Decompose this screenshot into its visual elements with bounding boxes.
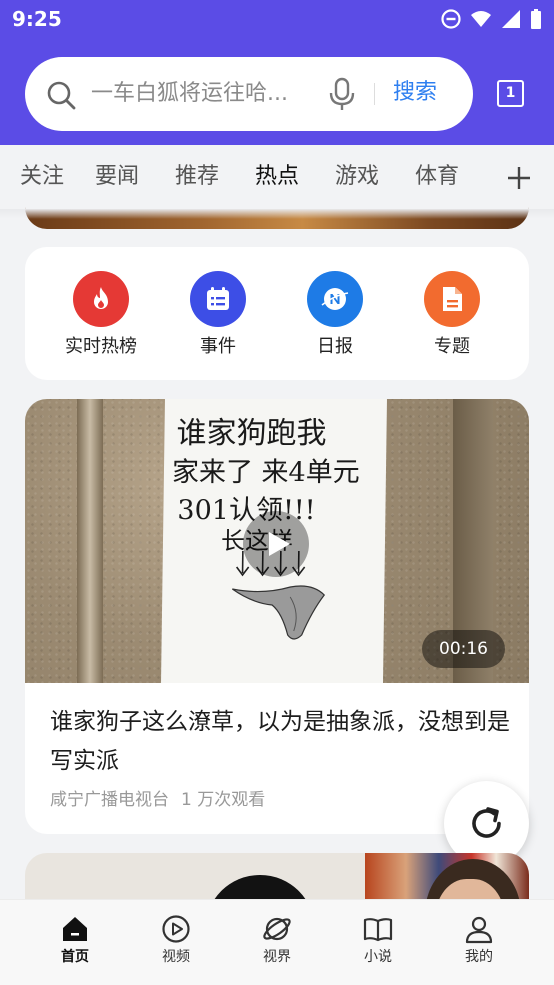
flame-icon [94, 287, 108, 309]
quick-link-topics[interactable]: 专题 [402, 271, 502, 359]
video-meta: 咸宁广播电视台 1 万次观看 [50, 788, 265, 812]
nav-label: 我的 [465, 949, 493, 965]
search-divider [374, 83, 375, 105]
play-circle-icon [162, 915, 190, 943]
battery-icon [530, 8, 542, 30]
video-thumbnail[interactable]: 谁家狗跑我 家来了 来4单元 301认领!!! 长这样 00:16 [25, 399, 529, 683]
tab-trending[interactable]: 热点 [255, 162, 299, 192]
nav-label: 视频 [162, 949, 190, 965]
quick-link-daily[interactable]: 日报 [285, 271, 385, 359]
person-icon [465, 916, 493, 944]
video-views: 1 万次观看 [181, 790, 266, 810]
nav-me[interactable]: 我的 [439, 914, 519, 966]
tab-recommended[interactable]: 推荐 [175, 162, 219, 192]
nav-home[interactable]: 首页 [35, 914, 115, 966]
signal-icon [500, 8, 522, 30]
nav-label: 首页 [61, 949, 89, 965]
door-frame [77, 399, 103, 683]
search-icon [45, 79, 77, 111]
status-icons [440, 8, 542, 30]
status-time: 9:25 [12, 7, 62, 31]
video-title[interactable]: 谁家狗子这么潦草，以为是抽象派，没想到是写实派 [50, 703, 510, 781]
hot-list-icon-circle [73, 271, 129, 327]
tab-sports[interactable]: 体育 [415, 162, 459, 192]
video-source: 咸宁广播电视台 [50, 790, 169, 810]
nav-video[interactable]: 视频 [136, 914, 216, 966]
home-icon [63, 917, 87, 941]
tab-label: 关注 [19, 164, 64, 189]
play-button[interactable] [243, 511, 309, 577]
tab-games[interactable]: 游戏 [335, 162, 379, 192]
add-channel-icon[interactable] [505, 164, 533, 192]
play-icon [269, 532, 290, 556]
book-icon [363, 918, 393, 942]
status-bar: 9:25 [0, 0, 554, 40]
quick-link-label: 事件 [200, 336, 236, 357]
bottom-navigation: 首页 视频 视界 小说 我的 [0, 899, 554, 985]
daily-icon-circle [307, 271, 363, 327]
planet-icon [263, 917, 291, 941]
video-duration: 00:16 [422, 630, 505, 668]
header: 9:25 一车白狐将运往哈... 搜索 1 [0, 0, 554, 145]
video-card[interactable]: 谁家狗跑我 家来了 来4单元 301认领!!! 长这样 00:16 谁家狗子这么… [25, 399, 529, 834]
tabs-count-button[interactable]: 1 [497, 80, 524, 107]
quick-link-label: 实时热榜 [65, 336, 137, 357]
search-button[interactable]: 搜索 [387, 78, 443, 108]
nav-world[interactable]: 视界 [237, 914, 317, 966]
nav-label: 小说 [364, 949, 392, 965]
document-icon [443, 287, 462, 311]
topics-icon-circle [424, 271, 480, 327]
quick-link-label: 日报 [317, 336, 353, 357]
tab-following[interactable]: 关注 [16, 162, 64, 192]
note-line: 谁家狗跑我 [176, 416, 326, 451]
nav-novel[interactable]: 小说 [338, 914, 418, 966]
quick-link-events[interactable]: 事件 [168, 271, 268, 359]
quick-link-label: 专题 [434, 336, 470, 357]
tab-news[interactable]: 要闻 [95, 162, 139, 192]
refresh-icon [472, 807, 501, 838]
events-icon-circle [190, 271, 246, 327]
wifi-icon [470, 8, 492, 30]
quick-link-hot-list[interactable]: 实时热榜 [51, 271, 151, 359]
search-input[interactable]: 一车白狐将运往哈... [91, 79, 321, 109]
calendar-list-icon [207, 287, 229, 310]
note-line: 家来了 来4单元 [172, 457, 360, 488]
do-not-disturb-icon [440, 8, 462, 30]
tab-shadow [0, 209, 554, 219]
microphone-icon[interactable] [327, 77, 357, 111]
search-bar[interactable]: 一车白狐将运往哈... 搜索 [25, 57, 473, 131]
nav-label: 视界 [263, 949, 291, 965]
n-logo-icon [321, 288, 349, 310]
quick-links-card: 实时热榜 事件 日报 专题 [25, 247, 529, 380]
